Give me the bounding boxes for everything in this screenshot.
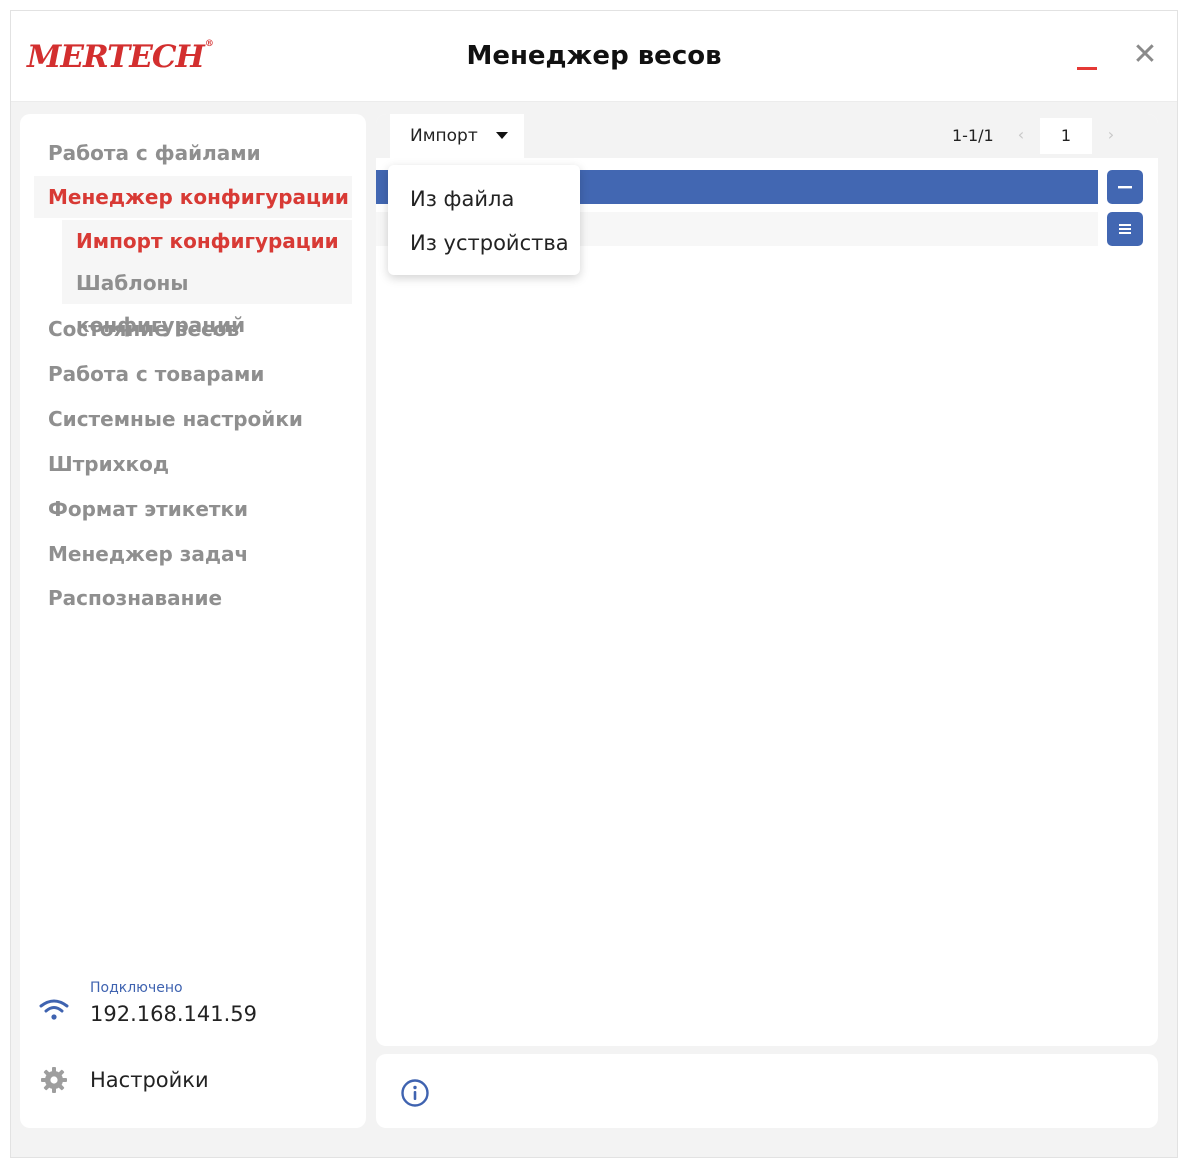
menu-icon: [1119, 224, 1131, 234]
sidebar-item-label: Распознавание: [48, 586, 223, 610]
minus-icon: [1118, 186, 1132, 189]
connection-status-text: Подключено: [90, 980, 183, 996]
import-dropdown-button[interactable]: Импорт: [390, 114, 524, 158]
pager-range: 1-1/1: [952, 126, 994, 145]
sidebar-item-files[interactable]: Работа с файлами: [34, 132, 352, 174]
sidebar-item-label: Работа с товарами: [48, 362, 265, 386]
sidebar-item-recognition[interactable]: Распознавание: [34, 577, 352, 619]
sidebar-item-label: Системные настройки: [48, 407, 303, 431]
sidebar-item-scale-status[interactable]: Состояние весов: [34, 308, 352, 350]
footer-panel: [376, 1054, 1158, 1128]
import-label: Импорт: [410, 126, 478, 146]
sidebar-item-label: Штрихкод: [48, 452, 169, 476]
caret-down-icon: [496, 132, 508, 139]
close-button[interactable]: ✕: [1131, 40, 1159, 70]
pager-next-button[interactable]: ›: [1100, 122, 1122, 148]
wifi-icon: [39, 999, 69, 1020]
title-bar: MERTECH® Менеджер весов ✕: [11, 11, 1177, 102]
row-menu-button[interactable]: [1107, 212, 1143, 246]
sidebar-item-barcode[interactable]: Штрихкод: [34, 443, 352, 485]
settings-label: Настройки: [90, 1068, 209, 1092]
pager-prev-button[interactable]: ‹: [1010, 122, 1032, 148]
sidebar-item-task-manager[interactable]: Менеджер задач: [34, 533, 352, 575]
info-icon[interactable]: [400, 1078, 430, 1108]
menu-item-from-device[interactable]: Из устройства: [410, 231, 569, 255]
connection-ip: 192.168.141.59: [90, 1002, 257, 1026]
minimize-button[interactable]: [1077, 67, 1097, 70]
collapse-button[interactable]: [1107, 170, 1143, 204]
sidebar-item-label: Формат этикетки: [48, 497, 249, 521]
sidebar-item-products[interactable]: Работа с товарами: [34, 353, 352, 395]
sidebar-item-label: Состояние весов: [48, 317, 240, 341]
sidebar-item-system-settings[interactable]: Системные настройки: [34, 398, 352, 440]
sidebar-item-label: Работа с файлами: [48, 141, 261, 165]
sidebar-item-label: Менеджер задач: [48, 542, 249, 566]
app-title: Менеджер весов: [466, 41, 722, 71]
connection-status: Подключено 192.168.141.59: [38, 980, 338, 1040]
toolbar: Импорт 1-1/1 ‹ 1 ›: [376, 114, 1158, 158]
sidebar-item-config-manager[interactable]: Менеджер конфигурации: [34, 176, 352, 218]
menu-item-from-file[interactable]: Из файла: [410, 187, 514, 211]
sidebar-item-label: Импорт конфигурации: [76, 229, 339, 253]
sidebar-subitem-import-config[interactable]: Импорт конфигурации: [62, 220, 352, 262]
pager-page-number[interactable]: 1: [1040, 118, 1092, 154]
import-dropdown-menu: Из файла Из устройства: [388, 165, 580, 275]
sidebar-item-label: Менеджер конфигурации: [48, 185, 349, 209]
settings-button[interactable]: Настройки: [38, 1064, 338, 1104]
sidebar: Работа с файлами Менеджер конфигурации И…: [20, 114, 366, 1128]
sidebar-item-label-format[interactable]: Формат этикетки: [34, 488, 352, 530]
gear-icon: [41, 1067, 67, 1093]
sidebar-subitem-config-templates[interactable]: Шаблоны конфигураций: [62, 262, 352, 337]
